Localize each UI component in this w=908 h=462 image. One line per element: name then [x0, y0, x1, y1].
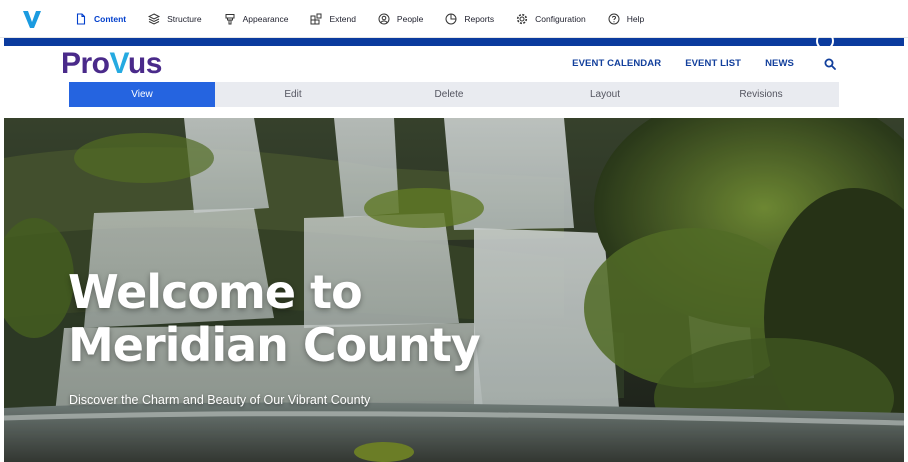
main-nav: EVENT CALENDAR EVENT LIST NEWS	[572, 58, 794, 69]
user-icon	[378, 13, 390, 24]
toolbar-reports-label: Reports	[464, 13, 495, 24]
gear-icon	[517, 13, 528, 24]
chart-pie-icon	[445, 13, 457, 24]
toolbar-content-label: Content	[94, 13, 127, 24]
toolbar-people-label: People	[396, 13, 424, 24]
hero-title-line2: Meridian County	[68, 318, 481, 372]
tab-layout[interactable]: Layout	[527, 82, 683, 107]
logo-text-v: V	[109, 47, 129, 80]
tab-revisions[interactable]: Revisions	[683, 82, 839, 107]
toolbar-configuration-label: Configuration	[535, 13, 586, 24]
tab-edit[interactable]: Edit	[215, 82, 371, 107]
toolbar-configuration[interactable]: Configuration	[505, 0, 597, 38]
nav-news[interactable]: NEWS	[765, 58, 794, 69]
hero-title: Welcome to Meridian County	[68, 265, 481, 372]
search-icon[interactable]	[824, 58, 836, 70]
toolbar-content[interactable]: Content	[64, 0, 137, 38]
toolbar-people[interactable]: People	[367, 0, 434, 38]
admin-toolbar: Content Structure Appearance Extend Peop…	[0, 0, 908, 38]
nav-event-list[interactable]: EVENT LIST	[685, 58, 741, 69]
drupal-logo-icon	[23, 10, 41, 28]
file-icon	[76, 12, 86, 25]
toolbar-reports[interactable]: Reports	[434, 0, 505, 38]
layers-icon	[148, 12, 161, 25]
tab-delete[interactable]: Delete	[371, 82, 527, 107]
site-logo[interactable]: ProVus	[61, 49, 162, 79]
top-strip	[4, 32, 904, 50]
toolbar-help[interactable]: Help	[597, 0, 655, 38]
toolbar-structure[interactable]: Structure	[137, 0, 213, 38]
hero-title-line1: Welcome to	[68, 265, 363, 319]
puzzle-icon	[310, 13, 322, 24]
nav-event-calendar[interactable]: EVENT CALENDAR	[572, 58, 661, 69]
toolbar-appearance[interactable]: Appearance	[213, 0, 300, 38]
site-header: ProVus EVENT CALENDAR EVENT LIST NEWS	[4, 46, 904, 82]
toolbar-extend[interactable]: Extend	[299, 0, 366, 38]
site-preview: ProVus EVENT CALENDAR EVENT LIST NEWS Vi…	[4, 32, 904, 462]
logo-text-pro: Pro	[61, 47, 110, 80]
toolbar-help-label: Help	[626, 13, 645, 24]
toolbar-structure-label: Structure	[167, 13, 202, 24]
help-icon	[608, 13, 620, 24]
logo-text-us: us	[127, 47, 163, 80]
tab-view[interactable]: View	[69, 82, 215, 107]
toolbar-appearance-label: Appearance	[242, 13, 289, 24]
brush-icon	[225, 13, 235, 24]
hero-banner: Welcome to Meridian County Discover the …	[4, 118, 904, 462]
local-tasks-tabs: View Edit Delete Layout Revisions	[69, 82, 839, 107]
hero-subtitle: Discover the Charm and Beauty of Our Vib…	[69, 393, 371, 407]
toolbar-extend-label: Extend	[329, 13, 356, 24]
admin-logo[interactable]	[0, 0, 64, 38]
